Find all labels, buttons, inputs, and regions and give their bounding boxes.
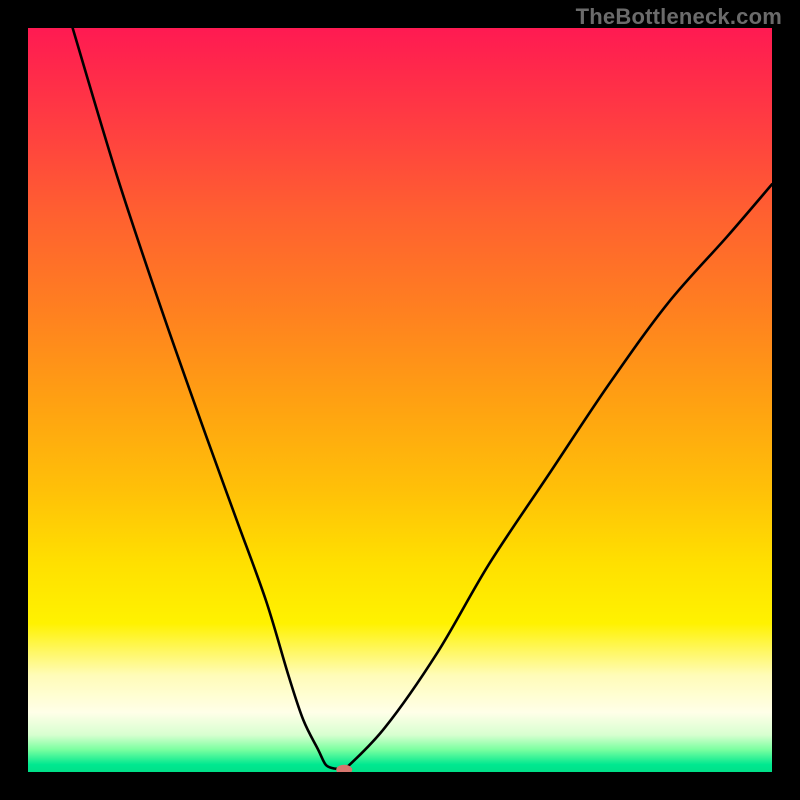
curve-svg	[28, 28, 772, 772]
chart-frame: TheBottleneck.com	[0, 0, 800, 800]
plot-area	[28, 28, 772, 772]
bottleneck-curve-path	[73, 28, 772, 772]
watermark-text: TheBottleneck.com	[576, 4, 782, 30]
